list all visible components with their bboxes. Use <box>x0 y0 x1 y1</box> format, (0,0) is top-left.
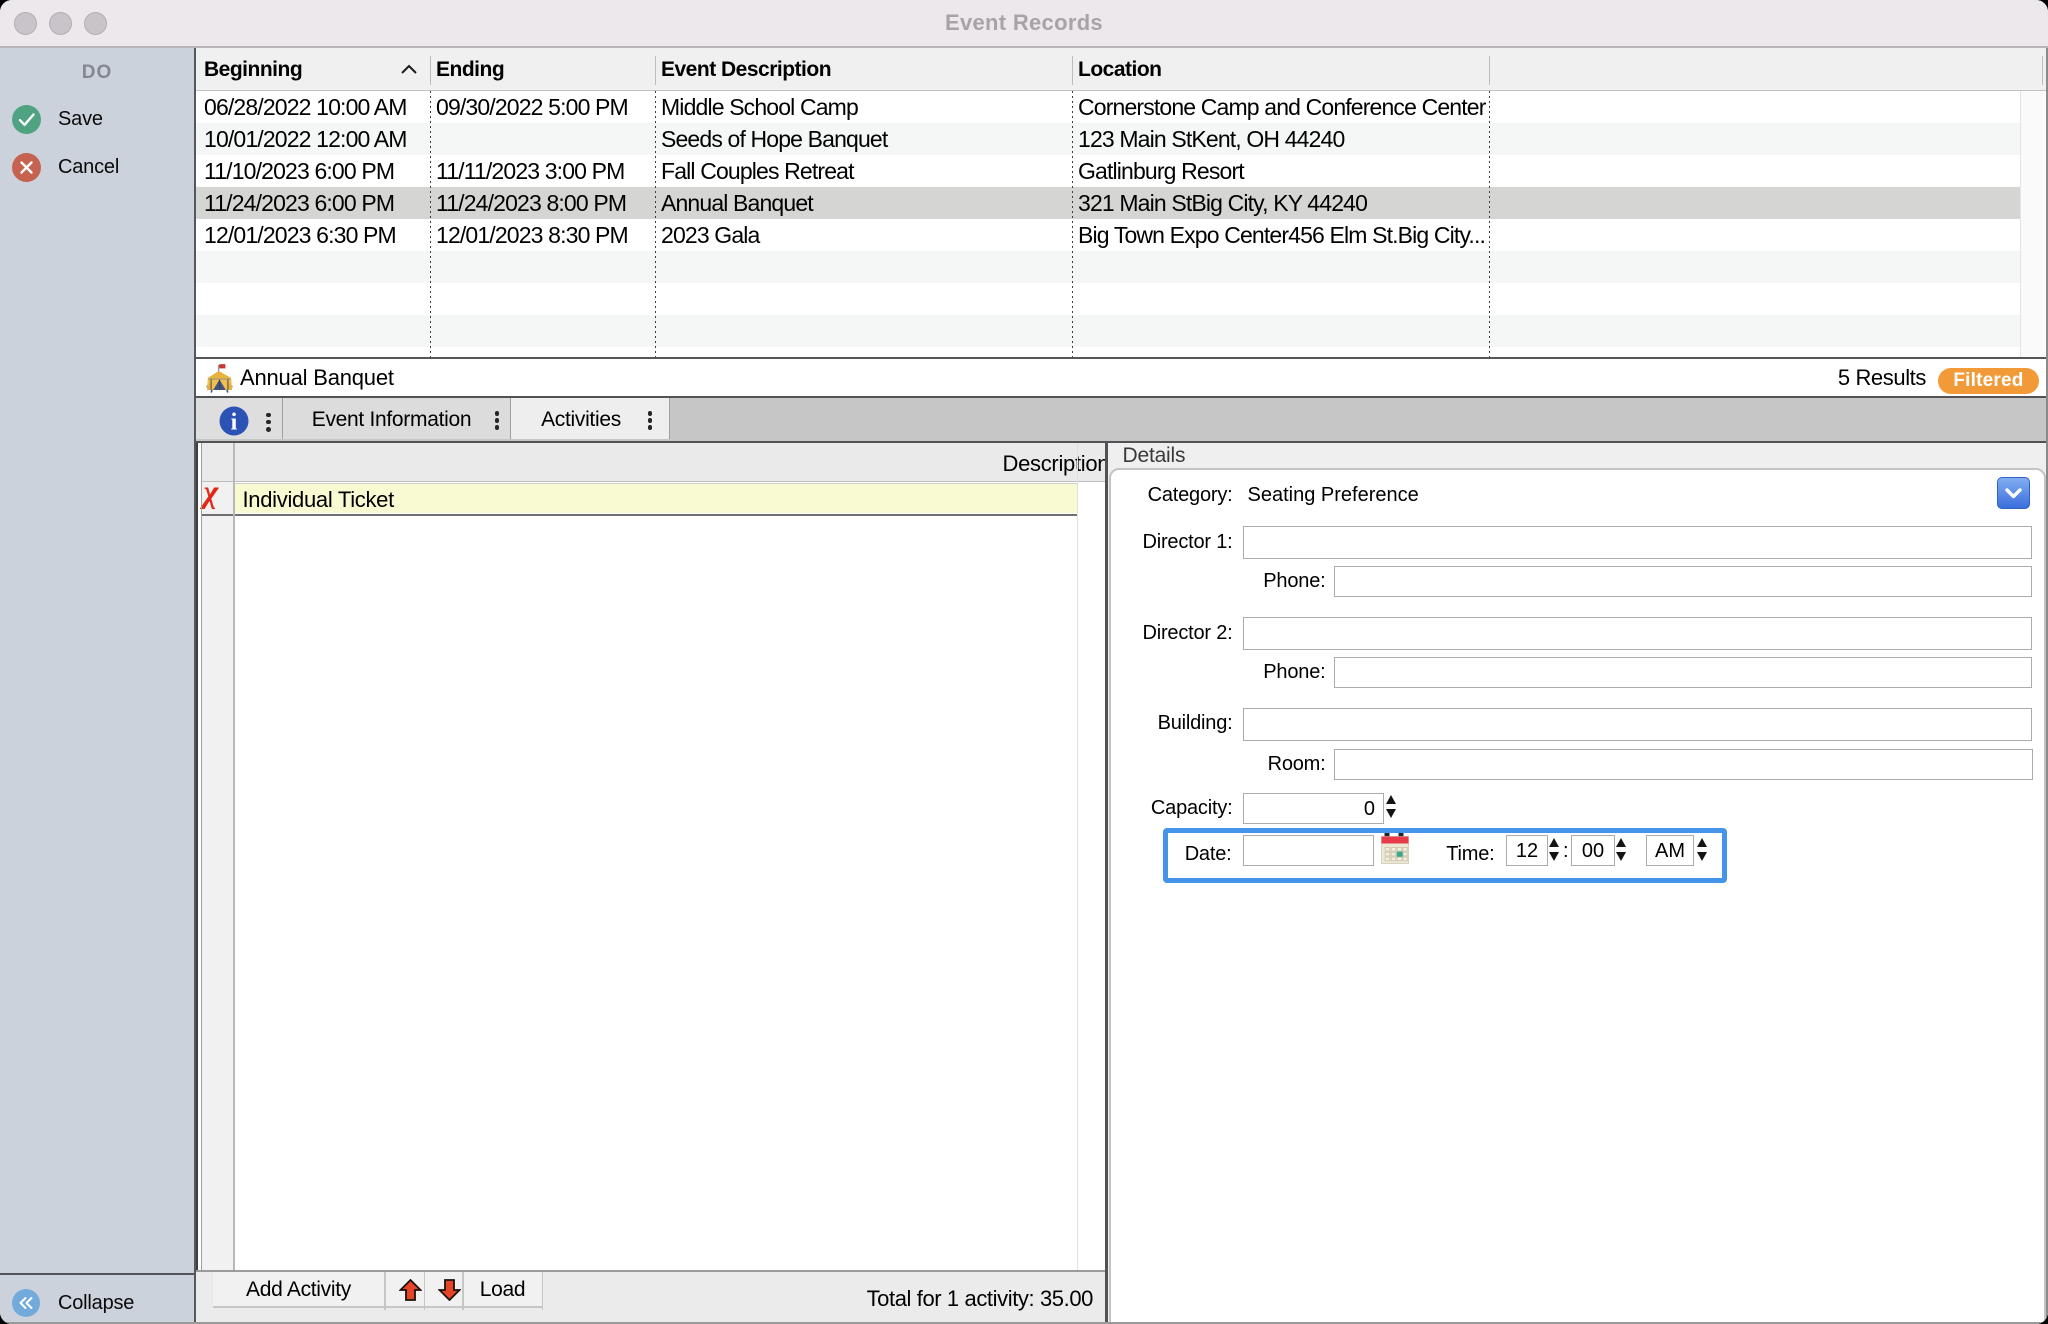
svg-text:i: i <box>231 410 238 436</box>
